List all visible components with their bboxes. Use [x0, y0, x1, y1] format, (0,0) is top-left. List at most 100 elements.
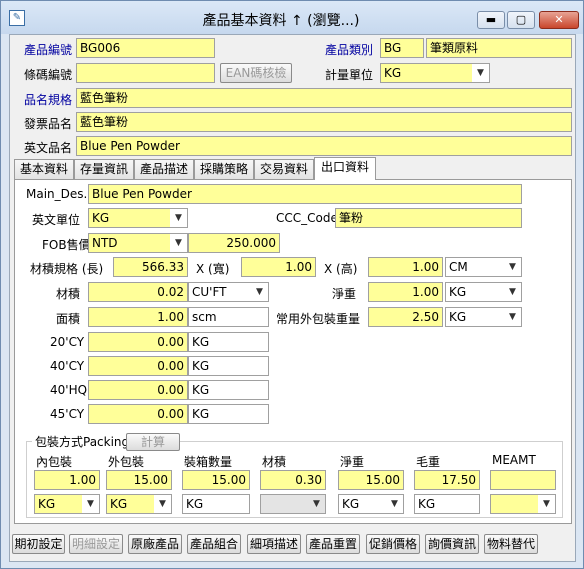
- ccc-code-field[interactable]: 筆粉: [335, 208, 522, 228]
- inner-pack-field[interactable]: 1.00: [34, 470, 100, 490]
- chevron-down-icon[interactable]: ▼: [171, 235, 186, 251]
- product-reset-button[interactable]: 產品重置: [306, 534, 360, 554]
- outer-unit-select[interactable]: KG ▼: [445, 307, 522, 327]
- volume-unit-select[interactable]: CU'FT ▼: [188, 282, 269, 302]
- cy40-unit-field[interactable]: KG: [188, 356, 269, 376]
- chevron-down-icon[interactable]: ▼: [252, 284, 267, 300]
- fob-price-field[interactable]: 250.000: [188, 233, 280, 253]
- english-name-field[interactable]: Blue Pen Powder: [76, 136, 572, 156]
- unit-value: KG: [381, 64, 472, 82]
- cy20-label: 20'CY: [50, 335, 85, 349]
- barcode-label: 條碼編號: [24, 68, 73, 82]
- eng-unit-value: KG: [89, 209, 170, 227]
- cy45-field[interactable]: 0.00: [88, 404, 188, 424]
- chevron-down-icon[interactable]: ▼: [83, 496, 98, 512]
- chevron-down-icon[interactable]: ▼: [539, 496, 554, 512]
- tab-purchase[interactable]: 採購策略: [194, 159, 254, 179]
- cy40-field[interactable]: 0.00: [88, 356, 188, 376]
- meamt-unit-select[interactable]: ▼: [490, 494, 556, 514]
- length-field[interactable]: 566.33: [113, 257, 188, 277]
- promo-price-button[interactable]: 促銷價格: [366, 534, 420, 554]
- meamt-unit-value: [491, 495, 538, 513]
- box-unit-field[interactable]: KG: [182, 494, 250, 514]
- cy20-unit-field[interactable]: KG: [188, 332, 269, 352]
- chevron-down-icon[interactable]: ▼: [473, 65, 488, 81]
- chevron-down-icon[interactable]: ▼: [505, 309, 520, 325]
- invoice-name-label: 發票品名: [24, 117, 73, 131]
- minimize-button[interactable]: ▬: [477, 11, 505, 29]
- fob-label: FOB售價: [42, 238, 91, 252]
- cy20-field[interactable]: 0.00: [88, 332, 188, 352]
- net-unit-select[interactable]: KG ▼: [445, 282, 522, 302]
- main-des-field[interactable]: Blue Pen Powder: [88, 184, 522, 204]
- window-title: 產品基本資料 ↑ (瀏覽...): [202, 13, 360, 29]
- chevron-down-icon[interactable]: ▼: [155, 496, 170, 512]
- cy45-unit-field[interactable]: KG: [188, 404, 269, 424]
- unit-select[interactable]: KG ▼: [380, 63, 490, 83]
- pack-volume-unit-select[interactable]: ▼: [260, 494, 326, 514]
- product-no-field[interactable]: BG006: [76, 38, 215, 58]
- box-qty-field[interactable]: 15.00: [182, 470, 250, 490]
- fob-currency-value: NTD: [89, 234, 170, 252]
- chevron-down-icon[interactable]: ▼: [505, 259, 520, 275]
- packing-title: 包裝方式Packing: [32, 433, 133, 450]
- title-bar[interactable]: ✎ 產品基本資料 ↑ (瀏覽...) ▬ ▢ ✕: [1, 1, 583, 34]
- meamt-field[interactable]: [490, 470, 556, 490]
- net-weight-field[interactable]: 1.00: [368, 282, 443, 302]
- opening-setup-button[interactable]: 期初設定: [12, 534, 65, 554]
- area-label: 面積: [56, 312, 81, 326]
- chevron-down-icon[interactable]: ▼: [309, 496, 324, 512]
- box-qty-label: 裝箱數量: [184, 455, 233, 469]
- ccc-code-label: CCC_Code: [276, 211, 338, 225]
- fob-currency-select[interactable]: NTD ▼: [88, 233, 188, 253]
- pack-gross-unit-field[interactable]: KG: [414, 494, 480, 514]
- volume-label: 材積: [56, 287, 81, 301]
- tab-stock[interactable]: 存量資訊: [74, 159, 134, 179]
- material-substitute-button[interactable]: 物料替代: [484, 534, 538, 554]
- item-description-button[interactable]: 細項描述: [247, 534, 301, 554]
- outer-package-weight-field[interactable]: 2.50: [368, 307, 443, 327]
- meamt-label: MEAMT: [492, 453, 536, 467]
- pack-net-field[interactable]: 15.00: [338, 470, 404, 490]
- hq40-field[interactable]: 0.00: [88, 380, 188, 400]
- calc-button[interactable]: 計算: [126, 433, 180, 451]
- tab-description[interactable]: 產品描述: [134, 159, 194, 179]
- outer-pack-unit-select[interactable]: KG ▼: [106, 494, 172, 514]
- outer-pack-field[interactable]: 15.00: [106, 470, 172, 490]
- category-code-field[interactable]: BG: [380, 38, 424, 58]
- product-bundle-button[interactable]: 產品組合: [187, 534, 241, 554]
- inner-pack-label: 內包裝: [36, 455, 73, 469]
- detail-setup-button[interactable]: 明細設定: [69, 534, 123, 554]
- main-des-label: Main_Des.: [26, 187, 88, 201]
- pack-net-unit-select[interactable]: KG ▼: [338, 494, 404, 514]
- size-unit-select[interactable]: CM ▼: [445, 257, 522, 277]
- area-unit-field[interactable]: scm: [188, 307, 269, 327]
- tab-basic[interactable]: 基本資料: [14, 159, 74, 179]
- area-field[interactable]: 1.00: [88, 307, 188, 327]
- form-client-area: 產品編號 BG006 產品類別 BG 筆類原料 條碼編號 EAN碼核檢 計量單位…: [9, 34, 576, 562]
- original-product-button[interactable]: 原廠產品: [128, 534, 182, 554]
- chevron-down-icon[interactable]: ▼: [171, 210, 186, 226]
- height-field[interactable]: 1.00: [368, 257, 443, 277]
- invoice-name-field[interactable]: 藍色筆粉: [76, 112, 572, 132]
- width-label: X (寬): [196, 262, 230, 276]
- pack-volume-label: 材積: [262, 455, 287, 469]
- pack-gross-field[interactable]: 17.50: [414, 470, 480, 490]
- volume-field[interactable]: 0.02: [88, 282, 188, 302]
- chevron-down-icon[interactable]: ▼: [387, 496, 402, 512]
- eng-unit-select[interactable]: KG ▼: [88, 208, 188, 228]
- pack-volume-field[interactable]: 0.30: [260, 470, 326, 490]
- height-label: X (高): [324, 262, 358, 276]
- inquiry-info-button[interactable]: 詢價資訊: [425, 534, 479, 554]
- barcode-field[interactable]: [76, 63, 215, 83]
- spec-field[interactable]: 藍色筆粉: [76, 88, 572, 108]
- tab-transaction[interactable]: 交易資料: [254, 159, 314, 179]
- hq40-unit-field[interactable]: KG: [188, 380, 269, 400]
- inner-unit-select[interactable]: KG ▼: [34, 494, 100, 514]
- width-field[interactable]: 1.00: [241, 257, 316, 277]
- tab-export[interactable]: 出口資料: [314, 157, 376, 180]
- chevron-down-icon[interactable]: ▼: [505, 284, 520, 300]
- maximize-button[interactable]: ▢: [507, 11, 535, 29]
- close-button[interactable]: ✕: [539, 11, 579, 29]
- ean-check-button[interactable]: EAN碼核檢: [220, 63, 292, 83]
